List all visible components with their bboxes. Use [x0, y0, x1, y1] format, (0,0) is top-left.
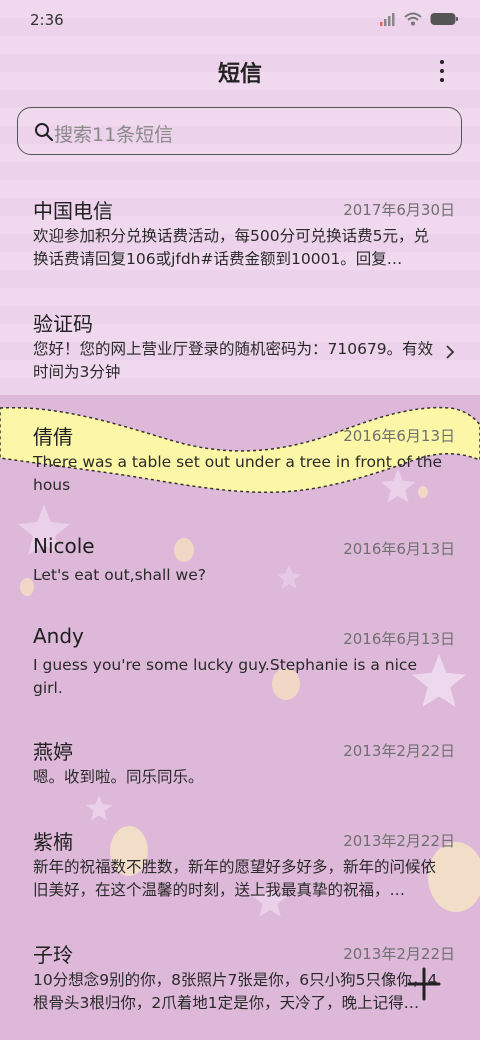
search-icon	[35, 123, 54, 142]
battery-icon	[430, 13, 458, 25]
app-header: 短信	[0, 48, 480, 92]
message-date: 2017年6月30日	[343, 201, 455, 219]
signal-icon	[380, 13, 395, 26]
message-preview: 嗯。收到啦。同乐同乐。	[33, 768, 204, 786]
message-preview: Let's eat out,shall we?	[33, 566, 206, 584]
compose-button[interactable]	[406, 966, 442, 1002]
dot-decoration	[20, 578, 34, 596]
message-sender: Andy	[33, 624, 84, 648]
message-preview: There was a table set out under a tree i…	[33, 453, 443, 494]
message-date: 2013年2月22日	[343, 945, 455, 963]
message-date: 2013年2月22日	[343, 832, 455, 850]
message-item[interactable]: Andy 2016年6月13日 I guess you're some luck…	[33, 624, 455, 706]
message-item[interactable]: 燕婷 2013年2月22日 嗯。收到啦。同乐同乐。	[33, 736, 455, 796]
status-bar: 2:36	[0, 0, 480, 40]
message-sender: 中国电信	[33, 199, 113, 223]
message-preview: 欢迎参加积分兑换话费活动，每500分可兑换话费5元，兑换话费请回复106或jfd…	[33, 227, 429, 268]
status-time: 2:36	[30, 11, 64, 29]
message-item[interactable]: 中国电信 2017年6月30日 欢迎参加积分兑换话费活动，每500分可兑换话费5…	[33, 195, 455, 277]
message-sender: 倩倩	[33, 425, 73, 449]
message-preview: 新年的祝福数不胜数，新年的愿望好多好多，新年的问候依旧美好，在这个温馨的时刻，送…	[33, 858, 437, 899]
plus-icon	[407, 967, 441, 1001]
wifi-icon	[404, 12, 422, 26]
message-item[interactable]: Nicole 2016年6月13日 Let's eat out,shall we…	[33, 534, 455, 594]
star-decoration	[86, 795, 112, 821]
message-sender: Nicole	[33, 534, 95, 558]
message-preview: I guess you're some lucky guy.Stephanie …	[33, 656, 417, 697]
message-date: 2016年6月13日	[343, 630, 455, 648]
page-title: 短信	[217, 62, 262, 87]
message-date: 2013年2月22日	[343, 742, 455, 760]
chevron-right-icon	[446, 345, 455, 359]
message-item[interactable]: 验证码 您好！您的网上营业厅登录的随机密码为：710679。有效时间为3分钟	[33, 308, 455, 390]
message-preview: 您好！您的网上营业厅登录的随机密码为：710679。有效时间为3分钟	[33, 340, 434, 381]
message-preview: 10分想念9别的你，8张照片7张是你，6只小狗5只像你，4根骨头3根归你，2爪着…	[33, 971, 438, 1012]
message-item[interactable]: 倩倩 2016年6月13日 There was a table set out …	[33, 421, 455, 503]
message-item[interactable]: 紫楠 2013年2月22日 新年的祝福数不胜数，新年的愿望好多好多，新年的问候依…	[33, 826, 455, 908]
message-sender: 子玲	[33, 943, 73, 967]
message-sender: 紫楠	[33, 830, 73, 854]
message-item[interactable]: 子玲 2013年2月22日 10分想念9别的你，8张照片7张是你，6只小狗5只像…	[33, 939, 455, 1021]
search-input[interactable]: 搜索11条短信	[17, 107, 462, 155]
message-sender: 验证码	[33, 312, 93, 336]
search-placeholder: 搜索11条短信	[54, 124, 174, 146]
message-date: 2016年6月13日	[343, 540, 455, 558]
message-sender: 燕婷	[33, 740, 73, 764]
more-vertical-icon[interactable]	[432, 58, 452, 84]
message-date: 2016年6月13日	[343, 427, 455, 445]
